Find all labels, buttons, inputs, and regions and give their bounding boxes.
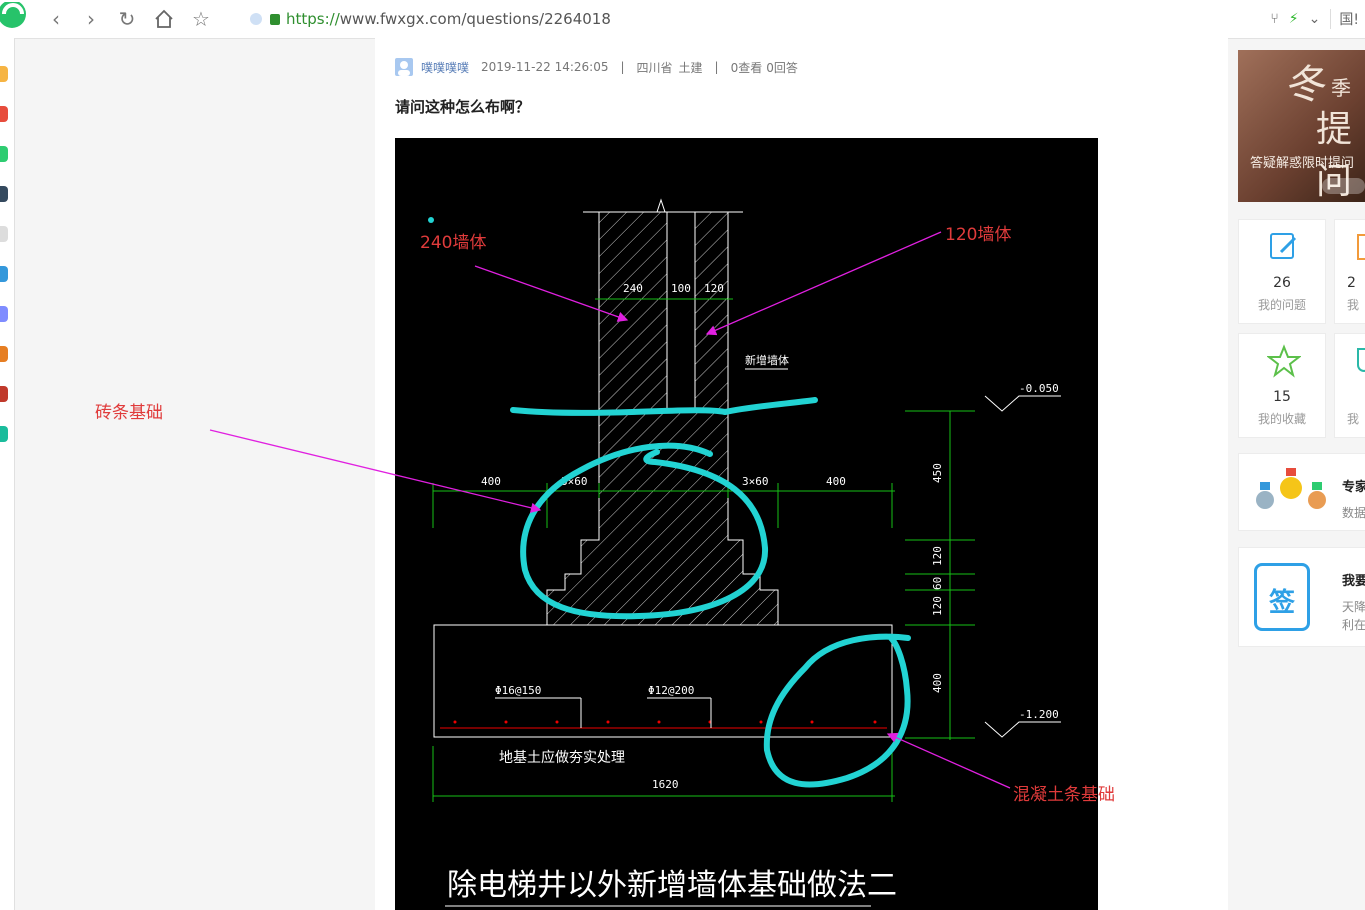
banner-subtitle: 答疑解惑限时提问 xyxy=(1250,156,1355,171)
toolbar-right-text[interactable]: 国! xyxy=(1330,9,1359,29)
favorites-count: 15 xyxy=(1273,389,1291,405)
forward-arrow-icon[interactable]: › xyxy=(80,7,102,31)
elevation-top: -0.050 xyxy=(1019,382,1059,395)
chevron-down-icon[interactable]: ⌄ xyxy=(1309,11,1321,27)
sidebar-app-icon[interactable] xyxy=(0,146,8,162)
my-favorites-card[interactable]: 15 我的收藏 xyxy=(1238,333,1326,438)
wall-hatch xyxy=(598,211,729,413)
dim-60: 60 xyxy=(931,577,944,590)
my-questions-card[interactable]: 26 我的问题 xyxy=(1238,219,1326,324)
avatar[interactable] xyxy=(395,58,413,76)
sidebar-app-icon[interactable] xyxy=(0,386,8,402)
answer-count: 0回答 xyxy=(766,60,798,75)
doc-icon xyxy=(1357,234,1365,260)
rebar-label-2: Φ12@200 xyxy=(648,684,694,697)
dim-240: 240 xyxy=(623,282,643,295)
lock-icon xyxy=(270,13,280,25)
questions-count: 26 xyxy=(1273,275,1291,291)
expert-card[interactable]: 专家 数据 xyxy=(1238,453,1365,531)
url-path: www.fwxgx.com/questions/2264018 xyxy=(339,10,611,28)
dim-120: 120 xyxy=(704,282,724,295)
left-sidebar xyxy=(0,38,15,910)
concrete-foundation xyxy=(433,624,893,738)
security-shield-icon xyxy=(250,13,262,25)
calendar-sign-icon: 签 xyxy=(1254,563,1310,631)
signin-sub-2: 利在 xyxy=(1342,618,1365,632)
view-count: 0查看 xyxy=(730,60,763,75)
cad-drawing-svg: 240 100 120 400 3×60 3×60 400 1620 -0.05… xyxy=(420,198,1061,907)
question-title: 请问这种怎么布啊？ xyxy=(395,98,531,116)
browser-logo-icon xyxy=(0,2,34,30)
label-240-wall: 240墙体 xyxy=(420,233,486,253)
sidebar-app-icon[interactable] xyxy=(0,226,8,242)
rebar-dots xyxy=(453,720,877,724)
location-tag: 四川省 xyxy=(636,60,673,75)
separator: | xyxy=(714,60,719,74)
follow-label: 我 xyxy=(1347,412,1360,426)
favorites-label: 我的收藏 xyxy=(1257,412,1306,426)
label-brick-foundation: 砖条基础 xyxy=(95,403,163,423)
answers-label: 我 xyxy=(1347,298,1360,312)
sidebar-app-icon[interactable] xyxy=(0,186,8,202)
sign-char: 签 xyxy=(1268,588,1295,618)
dim-400-left: 400 xyxy=(481,475,501,488)
banner-pager-icon[interactable] xyxy=(1322,178,1365,194)
signin-card[interactable]: 签 我要 天降 利在 xyxy=(1238,547,1365,647)
star-icon xyxy=(1267,344,1301,378)
shield-icon xyxy=(1357,348,1365,372)
browser-toolbar: ‹ › ↻ ☆ https://www.fwxgx.com/questions/… xyxy=(0,0,1365,39)
sidebar-app-icon[interactable] xyxy=(0,266,8,282)
dim-400-right: 400 xyxy=(826,475,846,488)
promo-banner[interactable]: 冬 季 提问 答疑解惑限时提问 xyxy=(1238,50,1365,202)
signin-sub-1: 天降 xyxy=(1342,600,1365,614)
toolbar-right: ⑂ ⚡ ⌄ 国! xyxy=(1270,0,1365,38)
dim-3x60-right: 3×60 xyxy=(742,475,769,488)
share-icon[interactable]: ⑂ xyxy=(1270,11,1278,27)
expert-title: 专家 xyxy=(1342,480,1365,495)
category-tag: 土建 xyxy=(678,60,703,75)
elevation-markers xyxy=(495,368,1061,738)
dim-120a: 120 xyxy=(931,546,944,566)
signin-title: 我要 xyxy=(1342,574,1365,589)
new-wall-label: 新增墙体 xyxy=(745,353,789,367)
sidebar-app-icon[interactable] xyxy=(0,66,8,82)
answers-count: 2 xyxy=(1347,275,1356,291)
star-bookmark-icon[interactable]: ☆ xyxy=(190,7,212,31)
dim-100: 100 xyxy=(671,282,691,295)
questions-label: 我的问题 xyxy=(1257,298,1306,312)
medals-icon xyxy=(1256,468,1326,509)
drawing-caption: 除电梯井以外新增墙体基础做法二 xyxy=(447,868,897,903)
refresh-icon[interactable]: ↻ xyxy=(116,7,138,31)
post-datetime: 2019-11-22 14:26:05 xyxy=(481,60,609,74)
question-content: 噗噗噗噗 2019-11-22 14:26:05 | 四川省 土建 | 0查看 … xyxy=(375,38,1228,910)
sidebar-app-icon[interactable] xyxy=(0,106,8,122)
edit-icon xyxy=(1270,233,1297,259)
expert-subtitle: 数据 xyxy=(1342,506,1365,520)
sidebar-app-icon[interactable] xyxy=(0,426,8,442)
dim-1620: 1620 xyxy=(652,778,679,791)
dim-450: 450 xyxy=(931,463,944,483)
elevation-bottom: -1.200 xyxy=(1019,708,1059,721)
dim-120b: 120 xyxy=(931,596,944,616)
lightning-icon[interactable]: ⚡ xyxy=(1289,11,1299,27)
rebar-label-1: Φ16@150 xyxy=(495,684,541,697)
home-icon[interactable] xyxy=(153,8,175,30)
soil-note: 地基土应做夯实处理 xyxy=(499,749,625,766)
dim-400-vertical: 400 xyxy=(931,673,944,693)
my-answers-card[interactable]: 2 我 xyxy=(1334,219,1365,324)
separator: | xyxy=(620,60,625,74)
cad-drawing-image: 240 100 120 400 3×60 3×60 400 1620 -0.05… xyxy=(395,138,1098,910)
back-arrow-icon[interactable]: ‹ xyxy=(45,7,67,31)
question-meta: 噗噗噗噗 2019-11-22 14:26:05 | 四川省 土建 | 0查看 … xyxy=(395,58,810,76)
url-scheme: https:// xyxy=(286,10,340,28)
my-follow-card[interactable]: 我 xyxy=(1334,333,1365,438)
sidebar-app-icon[interactable] xyxy=(0,346,8,362)
sidebar-app-icon[interactable] xyxy=(0,306,8,322)
author-name[interactable]: 噗噗噗噗 xyxy=(421,59,469,76)
banner-small-char: 季 xyxy=(1331,76,1351,100)
break-line xyxy=(656,198,743,213)
cursor-dot xyxy=(428,217,434,223)
address-bar[interactable]: https://www.fwxgx.com/questions/2264018 xyxy=(250,7,910,31)
